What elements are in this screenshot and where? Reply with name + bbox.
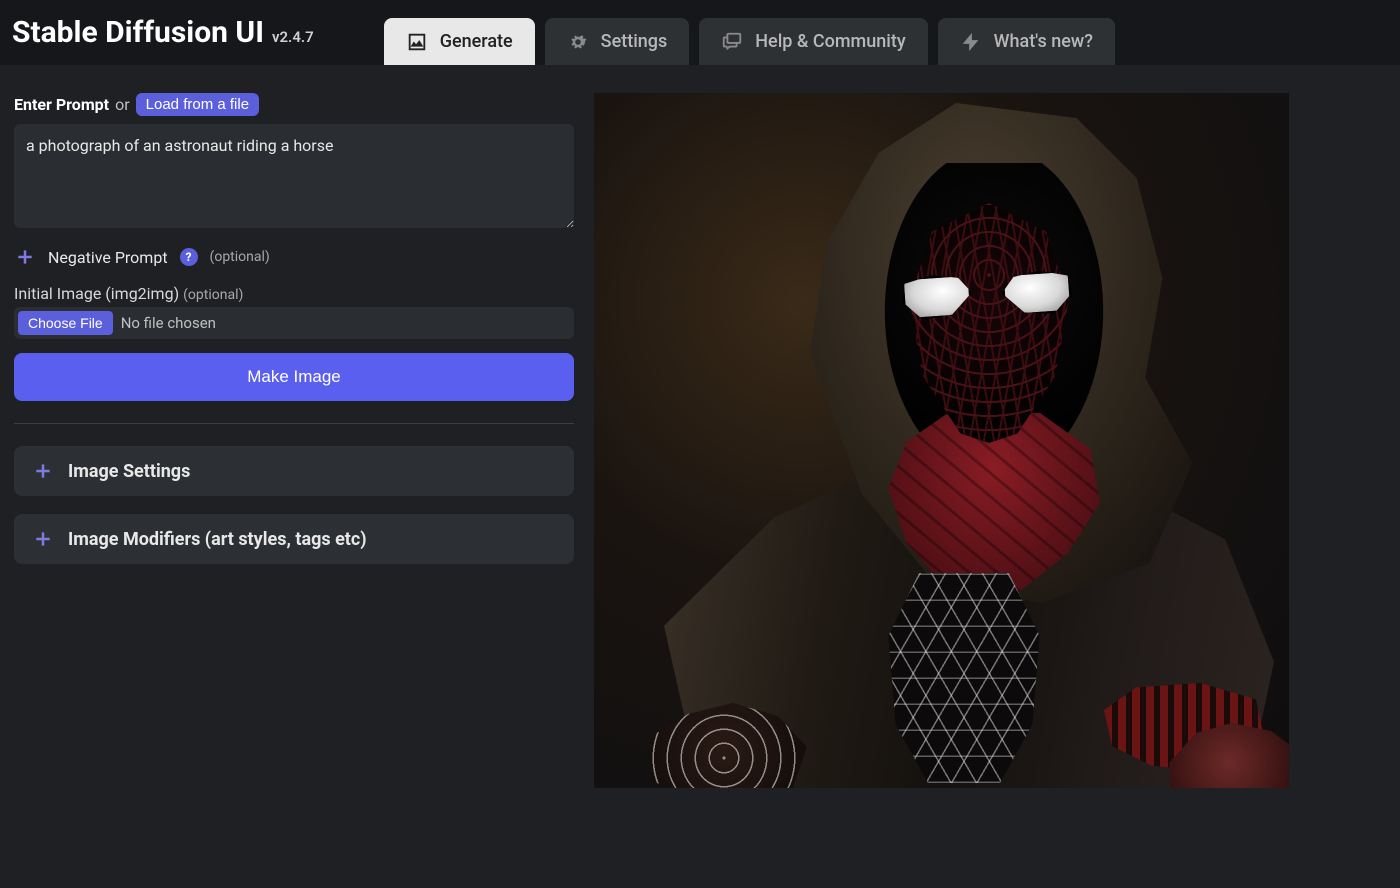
bolt-icon — [960, 31, 982, 53]
initial-image-label: Initial Image (img2img) — [14, 284, 179, 303]
gear-icon — [567, 31, 589, 53]
tab-settings-label: Settings — [601, 31, 668, 52]
negative-prompt-label: Negative Prompt — [48, 248, 168, 267]
plus-icon — [32, 528, 54, 550]
tab-whatsnew[interactable]: What's new? — [938, 18, 1115, 65]
prompt-input[interactable] — [14, 124, 574, 228]
make-image-button[interactable]: Make Image — [14, 353, 574, 401]
prompt-label-row: Enter Prompt or Load from a file — [14, 93, 574, 116]
main: Enter Prompt or Load from a file Negativ… — [0, 65, 1400, 802]
image-settings-label: Image Settings — [68, 461, 190, 482]
image-modifiers-label: Image Modifiers (art styles, tags etc) — [68, 529, 367, 550]
chat-icon — [721, 31, 743, 53]
negative-optional: (optional) — [210, 249, 270, 265]
app-title: Stable Diffusion UI v2.4.7 — [12, 15, 314, 50]
tab-help-label: Help & Community — [755, 31, 905, 52]
sidebar: Enter Prompt or Load from a file Negativ… — [14, 93, 574, 788]
content — [594, 93, 1386, 788]
tab-generate-label: Generate — [440, 31, 513, 52]
negative-prompt-row[interactable]: Negative Prompt ? (optional) — [14, 246, 574, 268]
help-icon[interactable]: ? — [180, 248, 198, 266]
image-settings-expander[interactable]: Image Settings — [14, 446, 574, 496]
load-from-file-button[interactable]: Load from a file — [136, 93, 259, 116]
file-input-row: Choose File No file chosen — [14, 307, 574, 339]
initial-optional: (optional) — [183, 287, 243, 303]
divider — [14, 423, 574, 424]
tab-generate[interactable]: Generate — [384, 18, 535, 65]
plus-icon — [32, 460, 54, 482]
generated-image[interactable] — [594, 93, 1289, 788]
header: Stable Diffusion UI v2.4.7 Generate Sett… — [0, 0, 1400, 65]
tab-help[interactable]: Help & Community — [699, 18, 927, 65]
image-icon — [406, 31, 428, 53]
file-status: No file chosen — [121, 314, 216, 332]
tab-whatsnew-label: What's new? — [994, 31, 1093, 52]
app-title-text: Stable Diffusion UI — [12, 15, 264, 50]
prompt-label: Enter Prompt — [14, 95, 109, 114]
prompt-or: or — [115, 95, 130, 114]
tabs: Generate Settings Help & Community What'… — [384, 0, 1115, 65]
initial-image-row: Initial Image (img2img) (optional) — [14, 284, 574, 303]
plus-icon — [14, 246, 36, 268]
choose-file-button[interactable]: Choose File — [18, 311, 113, 335]
version: v2.4.7 — [272, 28, 314, 46]
image-modifiers-expander[interactable]: Image Modifiers (art styles, tags etc) — [14, 514, 574, 564]
tab-settings[interactable]: Settings — [545, 18, 690, 65]
